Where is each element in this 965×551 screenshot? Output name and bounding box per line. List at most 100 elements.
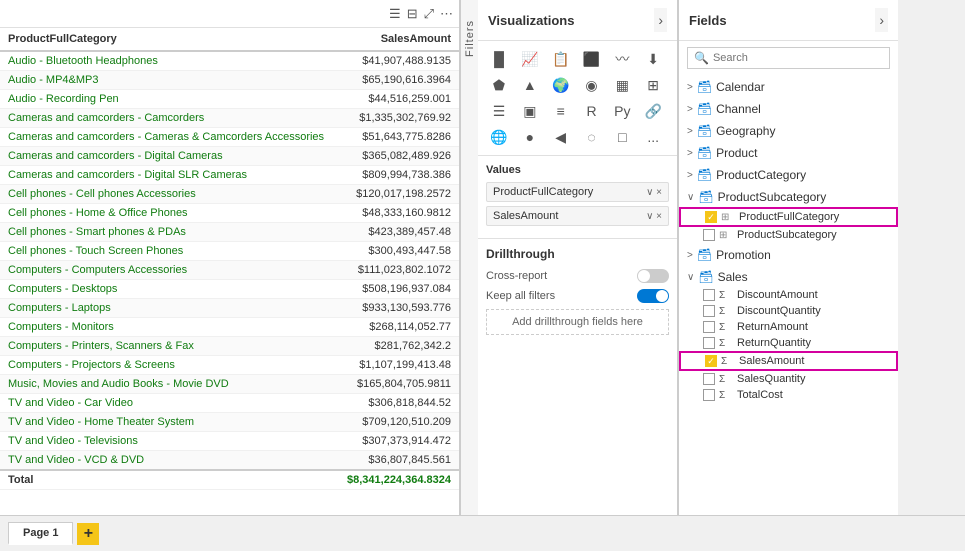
kpi-icon[interactable]: ☰	[486, 99, 512, 123]
field-group-productsubcategory: ∨ 🗃 ProductSubcategory ✓ ⊞ ProductFullCa…	[679, 187, 898, 243]
col-header-category[interactable]: ProductFullCategory	[0, 28, 337, 51]
field-group-header-sales[interactable]: ∨ 🗃 Sales	[679, 267, 898, 287]
cell-category: Cameras and camcorders - Digital Cameras	[0, 147, 337, 166]
cell-category: Computers - Printers, Scanners & Fax	[0, 337, 337, 356]
line-chart-icon[interactable]: 📈	[517, 47, 543, 71]
map-icon[interactable]: 🌍	[548, 73, 574, 97]
table-scroll[interactable]: ProductFullCategory SalesAmount Audio - …	[0, 28, 459, 515]
field-group-name: ProductSubcategory	[718, 190, 890, 204]
page-tab-1[interactable]: Page 1	[8, 522, 73, 545]
table-icon: 🗃	[698, 270, 713, 284]
field-item-salesamount[interactable]: ✓ Σ SalesAmount	[679, 351, 898, 371]
table-row: Computers - Printers, Scanners & Fax $28…	[0, 337, 459, 356]
funnel-icon[interactable]: ◀	[548, 125, 574, 149]
field-checkbox	[703, 289, 715, 301]
viz-pill-0[interactable]: ProductFullCategory ∨ ×	[486, 182, 669, 202]
cell-amount: $44,516,259.001	[337, 90, 459, 109]
ribbon-chart-icon[interactable]: 〰	[609, 47, 635, 71]
treemap-icon[interactable]: ▦	[609, 73, 635, 97]
cell-category: TV and Video - Car Video	[0, 394, 337, 413]
viz-expand-btn[interactable]: ›	[654, 8, 667, 32]
table-icon: 🗃	[697, 168, 712, 182]
shape-icon[interactable]: □	[609, 125, 635, 149]
field-name: SalesAmount	[739, 355, 888, 367]
field-group-header-productsubcategory[interactable]: ∨ 🗃 ProductSubcategory	[679, 187, 898, 207]
scatter2-icon[interactable]: ●	[517, 125, 543, 149]
table-row: Computers - Computers Accessories $111,0…	[0, 261, 459, 280]
add-page-button[interactable]: +	[77, 523, 99, 545]
field-item-discountquantity[interactable]: Σ DiscountQuantity	[679, 303, 898, 319]
table-row: Cameras and camcorders - Camcorders $1,3…	[0, 109, 459, 128]
keep-filters-row: Keep all filters	[486, 289, 669, 303]
area-chart-icon[interactable]: 📋	[548, 47, 574, 71]
cell-amount: $36,807,845.561	[337, 451, 459, 471]
field-group-name: ProductCategory	[716, 168, 890, 182]
field-group-header-calendar[interactable]: > 🗃 Calendar	[679, 77, 898, 97]
field-group-header-geography[interactable]: > 🗃 Geography	[679, 121, 898, 141]
keep-filters-toggle[interactable]	[637, 289, 669, 303]
field-checkbox	[703, 373, 715, 385]
cell-amount: $300,493,447.58	[337, 242, 459, 261]
viz-title: Visualizations	[488, 13, 574, 28]
cell-amount: $709,120,510.209	[337, 413, 459, 432]
page-tabs: Page 1 +	[0, 515, 965, 551]
filter-icon[interactable]: ⊟	[407, 6, 418, 22]
field-group-header-product[interactable]: > 🗃 Product	[679, 143, 898, 163]
table-row: TV and Video - Televisions $307,373,914.…	[0, 432, 459, 451]
cell-amount: $423,389,457.48	[337, 223, 459, 242]
table-row: Computers - Monitors $268,114,052.77	[0, 318, 459, 337]
chevron-icon: ∨	[687, 192, 694, 203]
python-icon[interactable]: Py	[609, 99, 635, 123]
bar-chart-icon[interactable]: ▐▌	[486, 47, 512, 71]
field-name: ProductFullCategory	[739, 211, 888, 223]
fields-header: Fields ›	[679, 0, 898, 41]
field-group-header-channel[interactable]: > 🗃 Channel	[679, 99, 898, 119]
donut-icon[interactable]: ◉	[579, 73, 605, 97]
stacked-bar-icon[interactable]: ⬛	[579, 47, 605, 71]
field-item-productfullcategory[interactable]: ✓ ⊞ ProductFullCategory	[679, 207, 898, 227]
matrix-icon[interactable]: ⊞	[640, 73, 666, 97]
field-item-discountamount[interactable]: Σ DiscountAmount	[679, 287, 898, 303]
fields-expand-btn[interactable]: ›	[875, 8, 888, 32]
field-item-salesquantity[interactable]: Σ SalesQuantity	[679, 371, 898, 387]
field-item-totalcost[interactable]: Σ TotalCost	[679, 387, 898, 403]
waterfall-icon[interactable]: ⬇	[640, 47, 666, 71]
scatter-chart-icon[interactable]: ⬟	[486, 73, 512, 97]
chevron-icon: >	[687, 126, 693, 137]
field-group-header-promotion[interactable]: > 🗃 Promotion	[679, 245, 898, 265]
field-type-icon: ⊞	[721, 212, 735, 223]
field-item-productsubcategory[interactable]: ⊞ ProductSubcategory	[679, 227, 898, 243]
field-type-icon: Σ	[719, 322, 733, 333]
cross-report-toggle[interactable]	[637, 269, 669, 283]
table-row: TV and Video - VCD & DVD $36,807,845.561	[0, 451, 459, 471]
pie-chart-icon[interactable]: ▲	[517, 73, 543, 97]
fields-title: Fields	[689, 13, 727, 28]
table-icon: 🗃	[697, 248, 712, 262]
decomp-icon[interactable]: 🔗	[640, 99, 666, 123]
search-icon: 🔍	[694, 51, 709, 65]
hamburger-icon[interactable]: ☰	[389, 6, 401, 22]
field-item-returnamount[interactable]: Σ ReturnAmount	[679, 319, 898, 335]
search-input[interactable]	[713, 52, 883, 64]
table-row: Cameras and camcorders - Digital SLR Cam…	[0, 166, 459, 185]
drillthrough-add-area[interactable]: Add drillthrough fields here	[486, 309, 669, 335]
field-checkbox: ✓	[705, 211, 717, 223]
card-icon[interactable]: ▣	[517, 99, 543, 123]
more-icon[interactable]: ...	[640, 125, 666, 149]
r-visual-icon[interactable]: R	[579, 99, 605, 123]
pill-actions: ∨ ×	[646, 187, 662, 198]
fields-search-box[interactable]: 🔍	[687, 47, 890, 69]
field-item-returnquantity[interactable]: Σ ReturnQuantity	[679, 335, 898, 351]
table-row: Computers - Laptops $933,130,593.776	[0, 299, 459, 318]
expand-icon[interactable]: ⤢	[424, 6, 434, 22]
viz-pill-1[interactable]: SalesAmount ∨ ×	[486, 206, 669, 226]
col-header-amount[interactable]: SalesAmount	[337, 28, 459, 51]
field-group-header-productcategory[interactable]: > 🗃 ProductCategory	[679, 165, 898, 185]
globe-icon[interactable]: 🌐	[486, 125, 512, 149]
pill-label: ProductFullCategory	[493, 186, 593, 198]
gauge-icon[interactable]: ◌	[579, 125, 605, 149]
more-icon[interactable]: ⋯	[440, 6, 453, 22]
pill-label: SalesAmount	[493, 210, 558, 222]
field-group-product: > 🗃 Product	[679, 143, 898, 163]
table-icon[interactable]: ≡	[548, 99, 574, 123]
